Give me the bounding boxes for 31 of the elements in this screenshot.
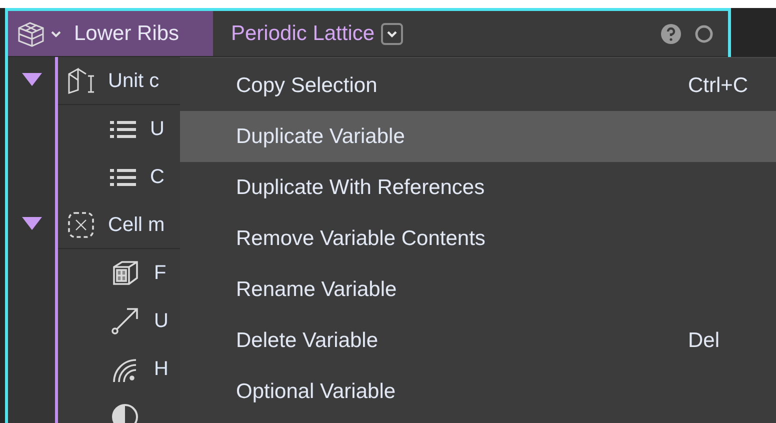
menu-item[interactable]: Delete Variable Del bbox=[180, 315, 776, 366]
lattice-cell-icon bbox=[66, 66, 96, 96]
tree-item-label[interactable]: Unit c bbox=[108, 66, 160, 96]
circle-icon[interactable] bbox=[694, 24, 714, 44]
menu-item[interactable]: Rename Variable bbox=[180, 264, 776, 315]
menu-item[interactable]: Duplicate Variable bbox=[180, 111, 776, 162]
list-icon bbox=[110, 119, 136, 139]
tree-item-label[interactable]: C bbox=[150, 162, 164, 192]
tree-item-label[interactable]: F bbox=[154, 258, 166, 288]
node-type-label: Periodic Lattice bbox=[231, 20, 375, 47]
shortcut-label: Del bbox=[688, 328, 721, 354]
expanded-triangle-icon[interactable] bbox=[22, 73, 42, 87]
node-title: Lower Ribs bbox=[74, 20, 180, 47]
tree-item-label[interactable]: H bbox=[154, 354, 168, 384]
menu-item[interactable]: Duplicate With References bbox=[180, 162, 776, 213]
tree-item-label[interactable]: U bbox=[150, 114, 164, 144]
tree-item-label[interactable]: U bbox=[154, 306, 168, 336]
menu-item[interactable]: Optional Variable bbox=[180, 366, 776, 417]
chevron-down-icon[interactable] bbox=[50, 28, 62, 38]
shortcut-label: Ctrl+C bbox=[688, 72, 750, 99]
chevron-down-icon bbox=[386, 28, 398, 38]
dashed-cell-icon bbox=[66, 210, 96, 240]
menu-item[interactable]: Copy Selection Ctrl+C bbox=[180, 60, 776, 111]
list-icon bbox=[110, 167, 136, 187]
tree-item-label[interactable]: Cell m bbox=[108, 210, 165, 240]
help-icon[interactable] bbox=[660, 22, 682, 44]
dropdown-button[interactable] bbox=[380, 22, 403, 44]
cube-icon bbox=[110, 258, 140, 288]
expanded-triangle-icon[interactable] bbox=[22, 217, 42, 231]
menu-item[interactable]: Remove Variable Contents bbox=[180, 213, 776, 264]
arrow-icon bbox=[110, 306, 140, 336]
